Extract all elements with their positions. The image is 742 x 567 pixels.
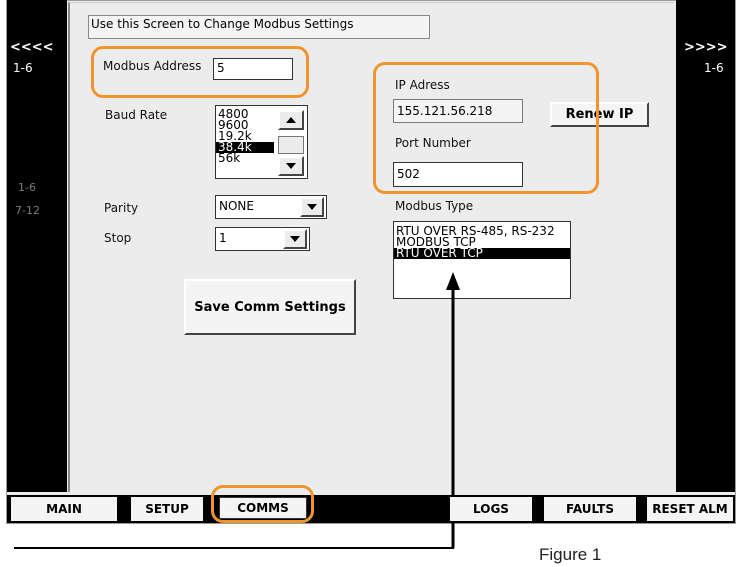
tab-reset-alm[interactable]: RESET ALM xyxy=(647,497,733,521)
comms-tab-highlight xyxy=(211,485,314,523)
tab-main[interactable]: MAIN xyxy=(11,497,117,521)
annotation-arrow xyxy=(14,272,460,549)
tab-faults[interactable]: FAULTS xyxy=(544,497,636,521)
tab-setup[interactable]: SETUP xyxy=(131,497,203,521)
figure-caption: Figure 1 xyxy=(539,545,602,564)
tab-logs[interactable]: LOGS xyxy=(450,497,532,521)
